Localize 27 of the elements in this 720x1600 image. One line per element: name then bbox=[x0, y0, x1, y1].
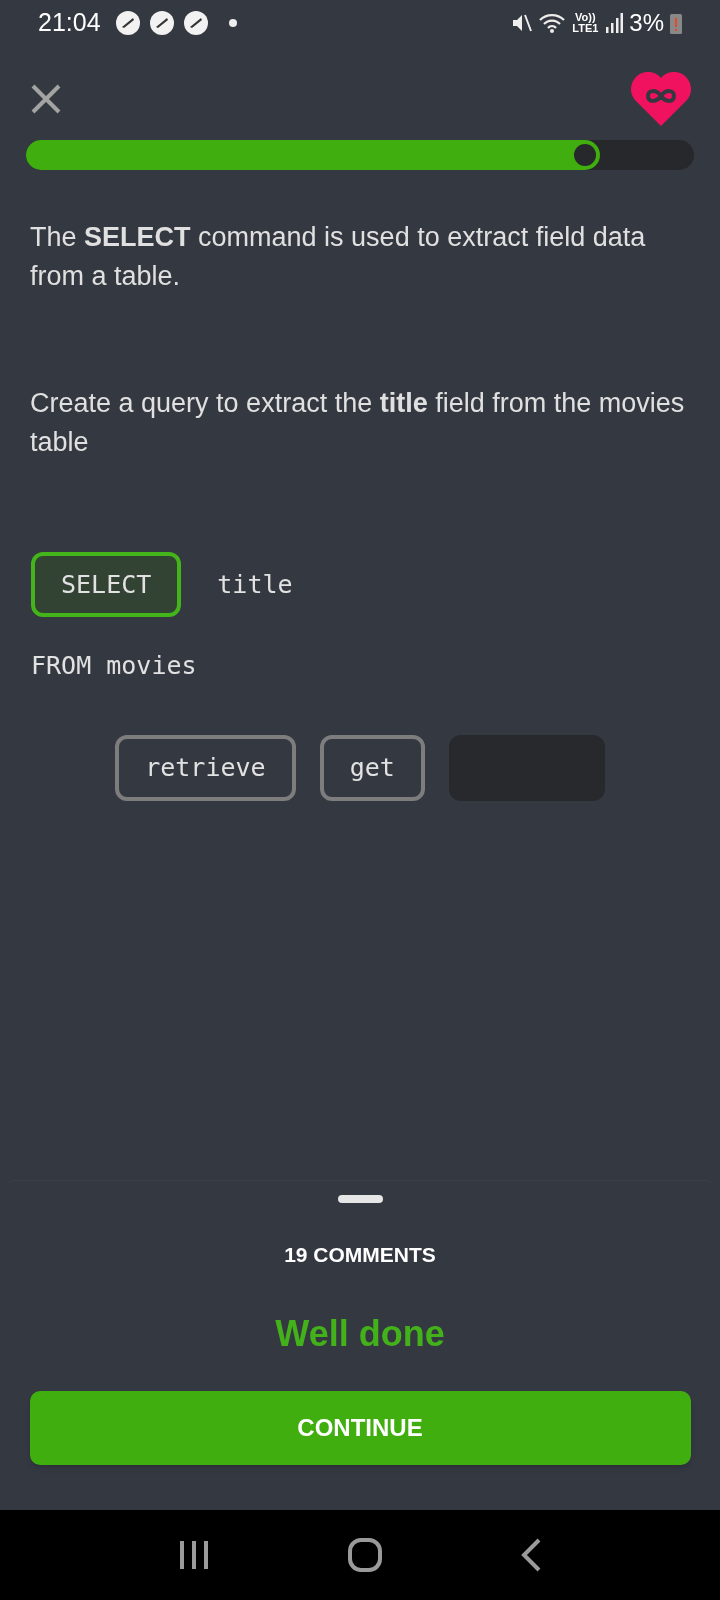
progress-knob-icon bbox=[574, 144, 597, 166]
result-message: Well done bbox=[275, 1311, 445, 1356]
notification-icon bbox=[148, 10, 175, 36]
answer-chip[interactable]: SELECT bbox=[31, 552, 182, 617]
recent-apps-icon[interactable] bbox=[179, 1539, 210, 1571]
option-chip[interactable]: retrieve bbox=[115, 734, 296, 801]
dot-icon bbox=[228, 19, 237, 27]
signal-icon bbox=[605, 13, 624, 33]
heart-infinity-icon bbox=[630, 72, 692, 126]
status-time: 21:04 bbox=[38, 7, 101, 39]
instruction-text: The SELECT command is used to extract field data from a table. bbox=[30, 221, 647, 293]
notification-icon bbox=[182, 10, 209, 36]
option-chip[interactable]: get bbox=[319, 734, 425, 801]
battery-percent: 3% bbox=[629, 8, 664, 38]
mute-icon bbox=[511, 12, 534, 34]
code-text: title bbox=[217, 568, 293, 601]
home-icon[interactable] bbox=[348, 1538, 382, 1572]
network-label: Vo)) LTE1 bbox=[571, 12, 600, 34]
code-text: FROM movies bbox=[31, 650, 197, 682]
drag-handle[interactable] bbox=[337, 1195, 383, 1203]
instruction-text: Create a query to extract the title field from the movies table bbox=[30, 387, 686, 459]
notification-icon bbox=[114, 10, 141, 36]
back-icon[interactable] bbox=[520, 1538, 541, 1572]
wifi-icon bbox=[539, 12, 566, 34]
close-icon bbox=[30, 83, 62, 115]
battery-icon bbox=[670, 12, 682, 34]
comments-link[interactable]: 19 COMMENTS bbox=[284, 1239, 436, 1271]
